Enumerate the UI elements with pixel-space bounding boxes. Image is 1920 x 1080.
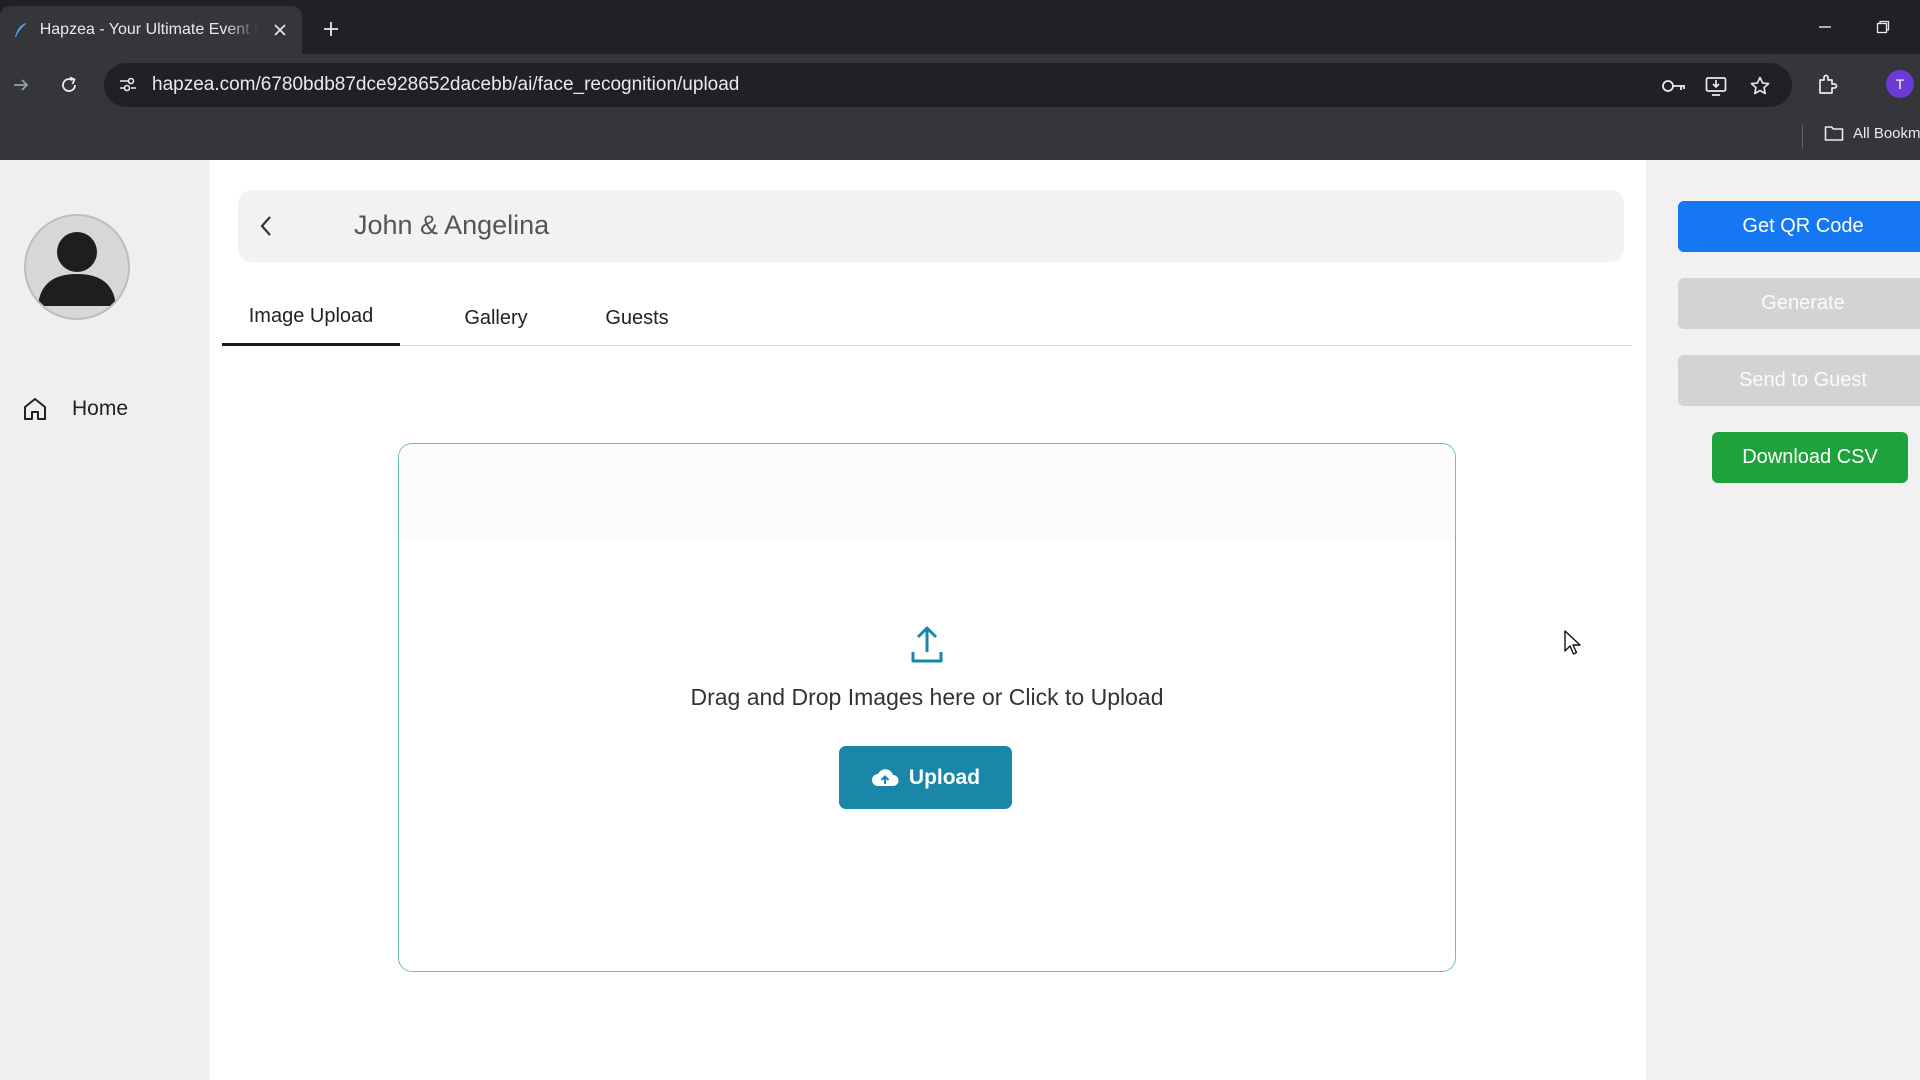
- cloud-upload-icon: [871, 768, 899, 786]
- sidebar-item-label: Home: [72, 397, 129, 420]
- restore-window-icon[interactable]: [1870, 14, 1896, 40]
- install-app-icon[interactable]: [1702, 72, 1730, 100]
- main-content: John & Angelina Image Upload Gallery Gue…: [210, 160, 1646, 1080]
- site-settings-icon[interactable]: [114, 71, 142, 99]
- back-button[interactable]: [250, 210, 282, 242]
- get-qr-code-button[interactable]: Get QR Code: [1678, 201, 1920, 252]
- dropzone-header-band: [399, 444, 1455, 539]
- user-silhouette-icon: [38, 232, 116, 306]
- page-title: John & Angelina: [354, 210, 550, 240]
- browser-tab-title: Hapzea - Your Ultimate Event Planner: [39, 21, 259, 38]
- url-text[interactable]: hapzea.com/6780bdb87dce928652dacebb/ai/f…: [152, 74, 739, 96]
- browser-tab[interactable]: Hapzea - Your Ultimate Event Planner: [0, 6, 302, 54]
- sidebar: Home: [0, 160, 208, 1080]
- generate-button[interactable]: Generate: [1678, 278, 1920, 329]
- bookmarks-bar: All Bookmarks: [0, 116, 1920, 160]
- profile-avatar[interactable]: T: [1886, 70, 1914, 98]
- browser-toolbar: hapzea.com/6780bdb87dce928652dacebb/ai/f…: [0, 54, 1920, 116]
- new-tab-icon[interactable]: [318, 16, 344, 42]
- extensions-icon[interactable]: [1812, 70, 1842, 100]
- address-bar[interactable]: hapzea.com/6780bdb87dce928652dacebb/ai/f…: [104, 63, 1792, 107]
- home-icon: [24, 398, 46, 420]
- bookmarks-divider: [1802, 125, 1803, 149]
- tab-bar: Image Upload Gallery Guests: [222, 290, 1632, 346]
- upload-button[interactable]: Upload: [839, 746, 1012, 809]
- image-dropzone[interactable]: Drag and Drop Images here or Click to Up…: [398, 443, 1456, 972]
- upload-arrow-icon: [911, 626, 943, 663]
- tab-image-upload[interactable]: Image Upload: [222, 290, 400, 346]
- event-header: John & Angelina: [238, 190, 1624, 262]
- sidebar-item-home[interactable]: Home: [22, 396, 128, 422]
- forward-icon[interactable]: [6, 70, 36, 100]
- folder-icon: [1824, 126, 1844, 141]
- bookmark-star-icon[interactable]: [1746, 72, 1774, 100]
- all-bookmarks-button[interactable]: All Bookmarks: [1824, 124, 1920, 142]
- download-csv-button[interactable]: Download CSV: [1712, 432, 1908, 483]
- send-to-guest-button[interactable]: Send to Guest: [1678, 355, 1920, 406]
- minimize-window-icon[interactable]: [1812, 14, 1838, 40]
- mouse-cursor-icon: [1564, 630, 1581, 655]
- tab-guests[interactable]: Guests: [592, 290, 682, 346]
- avatar[interactable]: [24, 214, 130, 320]
- upload-button-label: Upload: [908, 765, 981, 789]
- app-page: Home John & Angelina Image Upload Galler…: [0, 160, 1920, 1080]
- tab-gallery[interactable]: Gallery: [448, 290, 544, 346]
- password-key-icon[interactable]: [1660, 72, 1688, 100]
- browser-tab-strip: Hapzea - Your Ultimate Event Planner: [0, 0, 1920, 54]
- dropzone-instruction: Drag and Drop Images here or Click to Up…: [690, 684, 1164, 710]
- reload-icon[interactable]: [54, 70, 84, 100]
- feather-favicon-icon: [12, 21, 30, 39]
- chevron-left-icon: [260, 216, 271, 236]
- action-panel: Get QR Code Generate Send to Guest Downl…: [1646, 160, 1920, 1080]
- close-tab-icon[interactable]: [270, 20, 290, 40]
- all-bookmarks-label: All Bookmarks: [1853, 124, 1920, 142]
